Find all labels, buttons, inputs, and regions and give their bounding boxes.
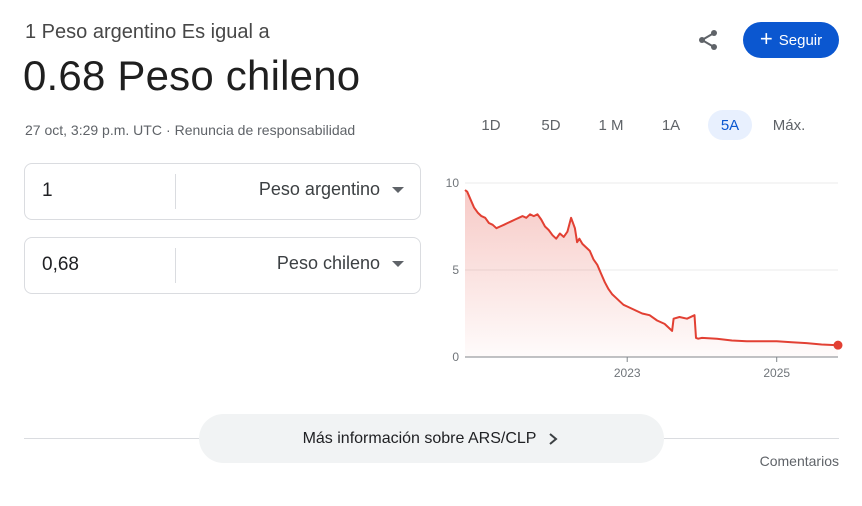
follow-button[interactable]: + Seguir bbox=[743, 22, 839, 58]
from-currency-select[interactable]: Peso argentino bbox=[259, 179, 404, 200]
from-currency-field: 1 Peso argentino bbox=[24, 163, 421, 220]
exchange-rate-chart[interactable]: 10 5 0 2023 2025 bbox=[436, 165, 856, 390]
x-tick-label: 2023 bbox=[614, 366, 641, 380]
meta-separator: · bbox=[165, 122, 171, 138]
to-currency-label: Peso chileno bbox=[276, 253, 380, 273]
divider-left bbox=[24, 438, 199, 439]
conversion-subtitle: 1 Peso argentino Es igual a bbox=[25, 21, 270, 43]
tab-max[interactable]: Máx. bbox=[766, 110, 812, 140]
share-icon bbox=[699, 30, 717, 50]
to-currency-select[interactable]: Peso chileno bbox=[277, 253, 404, 274]
x-tick-label: 2025 bbox=[763, 366, 790, 380]
chevron-down-icon bbox=[392, 186, 404, 193]
timestamp-line: 27 oct, 3:29 p.m. UTC · Renuncia de respon… bbox=[25, 122, 355, 138]
field-divider bbox=[175, 174, 176, 209]
more-info-label: Más información sobre ARS/CLP bbox=[302, 429, 537, 447]
divider-right bbox=[664, 438, 839, 439]
to-amount-input[interactable]: 0,68 bbox=[42, 254, 79, 276]
tab-1d[interactable]: 1D bbox=[470, 110, 512, 140]
chevron-right-icon bbox=[549, 432, 558, 445]
follow-label: Seguir bbox=[778, 31, 823, 49]
chevron-down-icon bbox=[392, 260, 404, 267]
share-button[interactable] bbox=[692, 24, 724, 56]
timestamp: 27 oct, 3:29 p.m. UTC bbox=[25, 122, 162, 138]
comments-link[interactable]: Comentarios bbox=[760, 453, 839, 469]
y-tick-label: 0 bbox=[452, 350, 459, 364]
field-divider bbox=[175, 248, 176, 283]
last-point-marker bbox=[833, 340, 843, 350]
more-info-button[interactable]: Más información sobre ARS/CLP bbox=[199, 414, 664, 463]
from-amount-input[interactable]: 1 bbox=[42, 180, 53, 202]
tab-5d[interactable]: 5D bbox=[530, 110, 572, 140]
disclaimer-link[interactable]: Renuncia de responsabilidad bbox=[175, 122, 356, 138]
y-tick-label: 10 bbox=[446, 176, 460, 190]
y-tick-label: 5 bbox=[452, 263, 459, 277]
plus-icon: + bbox=[759, 26, 773, 51]
tab-1m[interactable]: 1 M bbox=[590, 110, 632, 140]
conversion-result: 0.68 Peso chileno bbox=[23, 52, 361, 99]
tab-5a[interactable]: 5A bbox=[708, 110, 752, 140]
from-currency-label: Peso argentino bbox=[258, 179, 380, 199]
tab-1a[interactable]: 1A bbox=[650, 110, 692, 140]
chart-svg: 10 5 0 2023 2025 bbox=[446, 176, 843, 380]
to-currency-field: 0,68 Peso chileno bbox=[24, 237, 421, 294]
area-fill bbox=[465, 190, 838, 357]
